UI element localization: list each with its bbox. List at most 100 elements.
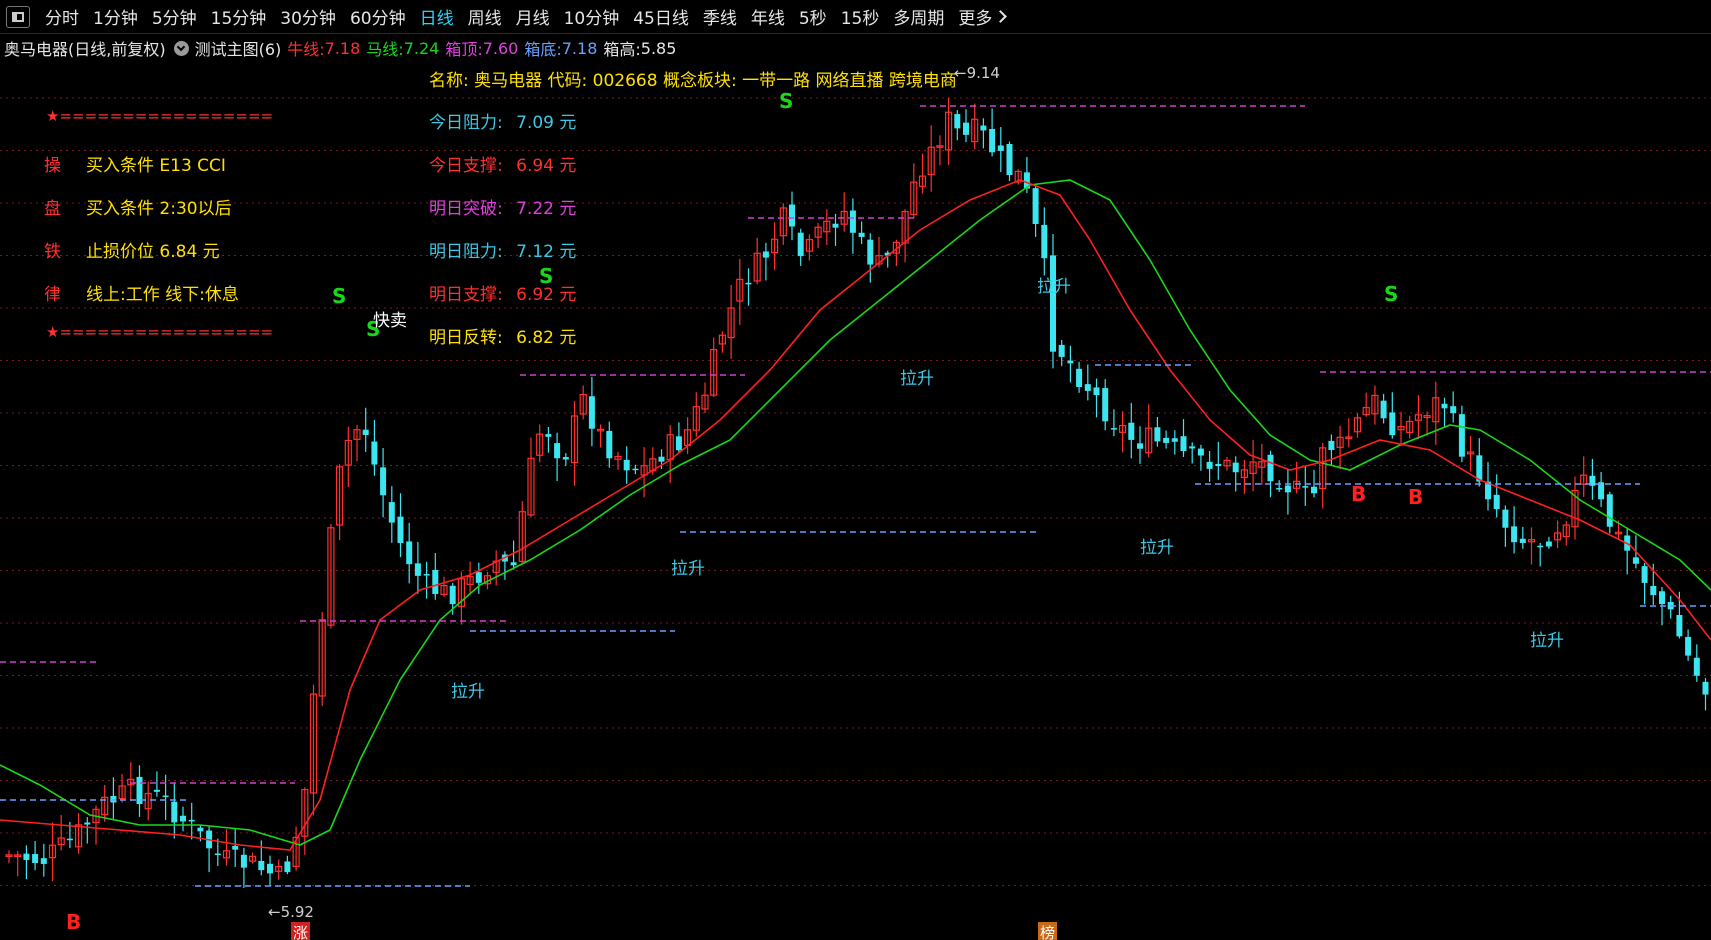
candle-body-down	[1302, 486, 1309, 488]
candle-body-down	[1171, 438, 1178, 442]
level-row: 明日阻力: 7.12 元	[429, 237, 576, 262]
candle-body-down	[849, 210, 856, 233]
zhang-badge: 涨	[291, 922, 311, 940]
candle-body-down	[997, 145, 1004, 151]
candle-body-down	[1154, 427, 1161, 442]
sell-signal-marker: S	[779, 89, 794, 113]
candle-body-down	[1519, 538, 1526, 543]
candle-body-down	[32, 854, 39, 863]
candle-body-down	[240, 854, 247, 868]
candle-body-down	[1606, 494, 1613, 527]
ma-line	[0, 179, 1711, 846]
candle-body-down	[1232, 462, 1239, 473]
arrow-left-icon: ←	[268, 903, 281, 921]
candle-body-down	[980, 125, 987, 131]
candle-body-down	[1284, 485, 1291, 493]
candle-body-down	[258, 860, 265, 871]
rule-row: 律 线上:工作 线下:休息	[44, 280, 239, 305]
rule-text: 止损价位 6.84 元	[86, 242, 220, 262]
candle-body-down	[1641, 566, 1648, 583]
buy-signal-marker: B	[1408, 485, 1424, 509]
candle-body-down	[1311, 486, 1317, 494]
candle-body-down	[1206, 461, 1213, 469]
rule-tag: 盘	[44, 199, 61, 219]
candlestick-chart[interactable]	[0, 0, 1711, 940]
candle-body-down	[84, 822, 91, 825]
candle-body-down	[954, 114, 961, 129]
level-row: 今日支撑: 6.94 元	[429, 151, 576, 176]
candle-body-down	[632, 468, 639, 471]
candle-body-down	[1093, 387, 1100, 396]
rule-row: 盘 买入条件 2:30以后	[44, 194, 232, 219]
level-value: 6.82 元	[516, 328, 577, 348]
rule-text: 买入条件 2:30以后	[86, 199, 232, 219]
candle-body-down	[1276, 487, 1283, 490]
candle-body-down	[406, 541, 413, 565]
candle-body-down	[66, 838, 73, 841]
buy-signal-marker: B	[1351, 482, 1367, 506]
candle-body-down	[1041, 224, 1048, 259]
candle-body-down	[562, 457, 569, 460]
candle-body-down	[1659, 591, 1665, 605]
level-row: 明日支撑: 6.92 元	[429, 280, 576, 305]
candle-body-down	[1084, 384, 1091, 391]
candle-body-down	[658, 456, 665, 462]
lasheng-label: 拉升	[1140, 538, 1174, 558]
candle-body-down	[1458, 414, 1465, 457]
candle-body-down	[623, 459, 630, 471]
quick-sell-label: 快卖	[373, 311, 407, 331]
sell-signal-marker: S	[1384, 282, 1399, 306]
candle-body-down	[1067, 360, 1074, 364]
candle-body-down	[475, 572, 482, 583]
candle-body-down	[1693, 657, 1700, 676]
candle-body-down	[1197, 448, 1204, 456]
stock-info-line: 名称: 奥马电器 代码: 002668 概念板块: 一带一路 网络直播 跨境电商	[429, 71, 957, 91]
rule-text: 线上:工作 线下:休息	[86, 285, 239, 305]
level-label: 明日阻力:	[429, 242, 503, 262]
candle-body-down	[267, 863, 273, 874]
candle-body-down	[1511, 526, 1518, 543]
lasheng-label: 拉升	[1530, 631, 1564, 651]
star-icon: ★	[46, 323, 60, 341]
candle-body-down	[1128, 422, 1135, 440]
level-row: 明日突破: 7.22 元	[429, 194, 576, 219]
candle-body-down	[1102, 388, 1109, 422]
candle-body-down	[606, 430, 613, 459]
candle-body-down	[797, 232, 804, 257]
candle-body-down	[867, 239, 874, 265]
candle-body-down	[1380, 400, 1387, 419]
buy-signal-marker: B	[66, 910, 82, 934]
candle-body-down	[1328, 440, 1335, 450]
lasheng-label: 拉升	[671, 559, 705, 579]
niu-line	[0, 179, 1711, 851]
stock-chart-app: 分时 1分钟 5分钟 15分钟 30分钟 60分钟 日线 周线 月线 10分钟 45日线 季线 年线 5秒…	[0, 0, 1711, 940]
level-value: 6.92 元	[516, 285, 577, 305]
level-row: 今日阻力: 7.09 元	[429, 108, 576, 133]
lasheng-label: 拉升	[1037, 277, 1071, 297]
lasheng-label: 拉升	[900, 369, 934, 389]
star-icon: ★	[46, 107, 60, 125]
candle-body-down	[1685, 636, 1692, 656]
candle-body-down	[388, 502, 395, 523]
level-label: 明日突破:	[429, 199, 503, 219]
candle-body-down	[1137, 443, 1143, 449]
candle-body-down	[423, 574, 430, 576]
candle-body-down	[214, 853, 221, 856]
candle-body-down	[110, 795, 117, 803]
low-price-label: ←5.92	[268, 903, 314, 921]
candle-body-down	[1006, 143, 1013, 176]
candle-body-down	[284, 861, 291, 873]
level-value: 7.09 元	[516, 113, 577, 133]
level-value: 6.94 元	[516, 156, 577, 176]
candle-body-down	[371, 441, 378, 465]
candle-body-down	[1389, 412, 1396, 436]
candle-body-down	[162, 795, 169, 798]
rule-tag: 律	[44, 285, 61, 305]
candle-body-down	[449, 585, 456, 605]
candle-body-down	[545, 434, 552, 437]
level-value: 7.12 元	[516, 242, 577, 262]
candle-body-down	[1058, 344, 1065, 357]
candle-body-down	[1163, 437, 1170, 443]
candle-body-down	[832, 223, 839, 228]
candle-body-down	[1032, 188, 1039, 224]
